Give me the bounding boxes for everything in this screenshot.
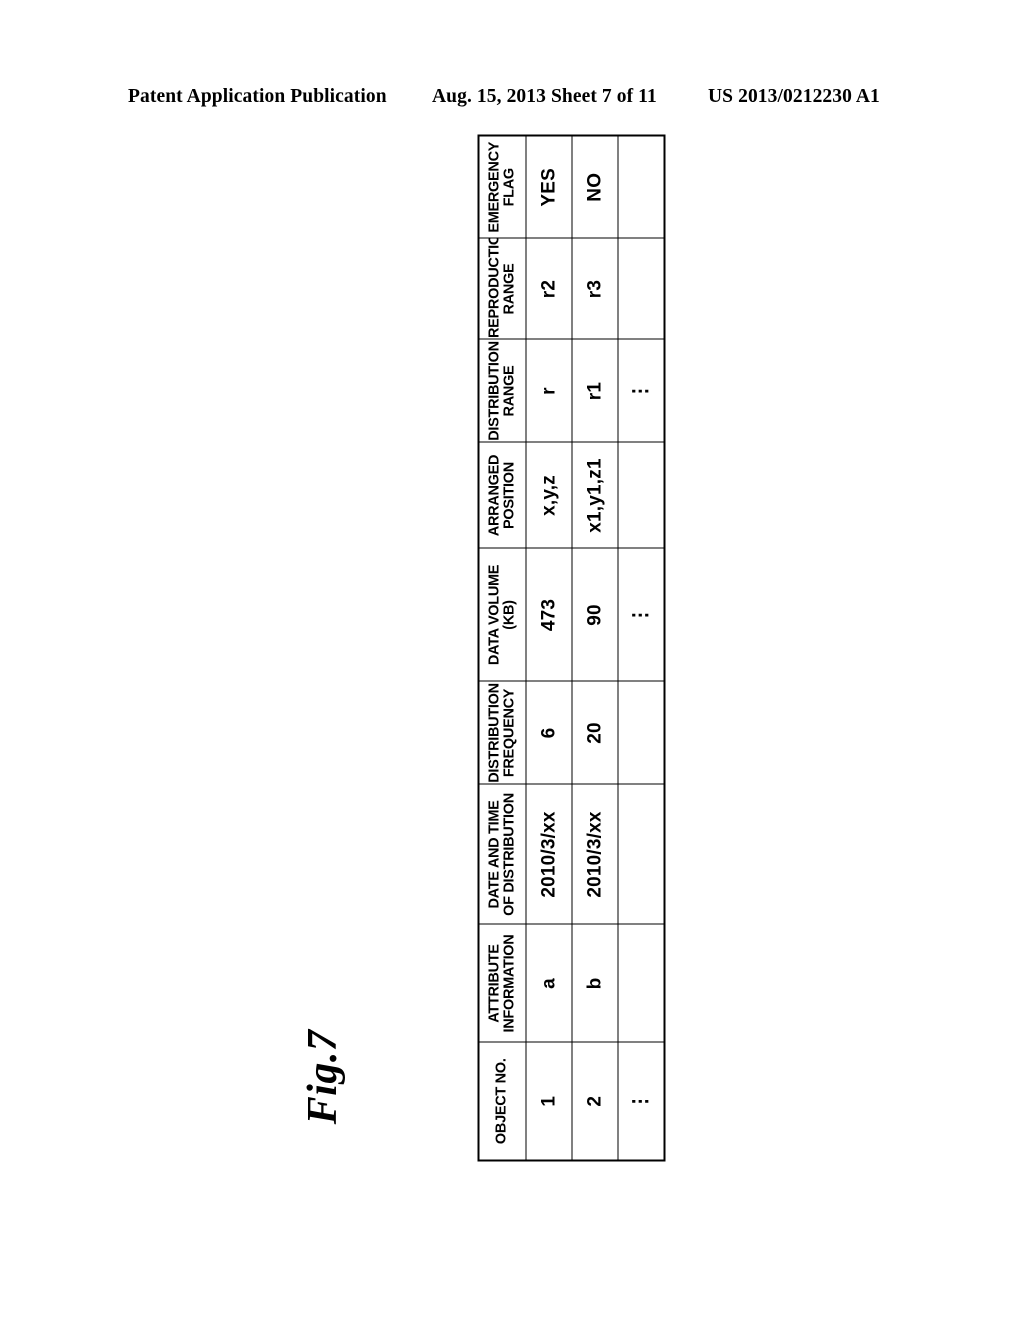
cell-repro-range: r2 bbox=[526, 238, 572, 340]
cell-emergency-flag: YES bbox=[526, 135, 572, 239]
table-header-row: OBJECT NO. ATTRIBUTE INFORMATION DATE AN… bbox=[478, 135, 526, 1161]
column-header-date-and-time-of-distribution: DATE AND TIME OF DISTRIBUTION bbox=[478, 784, 526, 925]
table-row: 1 a 2010/3/xx 6 473 x,y,z r r2 YES bbox=[526, 135, 572, 1161]
cell-object-no: 1 bbox=[526, 1042, 572, 1161]
cell-object-no: ⋮ bbox=[618, 1042, 665, 1161]
column-header-object-no: OBJECT NO. bbox=[478, 1042, 526, 1161]
cell-data-volume: ⋮ bbox=[618, 548, 665, 682]
cell-frequency bbox=[618, 681, 665, 785]
cell-frequency: 20 bbox=[572, 681, 618, 785]
cell-data-volume: 90 bbox=[572, 548, 618, 682]
table-row: ⋮ ⋮ ⋮ bbox=[618, 135, 665, 1161]
cell-attribute: a bbox=[526, 924, 572, 1043]
cell-date-time: 2010/3/xx bbox=[526, 784, 572, 925]
figure-label: Fig.7 bbox=[300, 1029, 346, 1125]
cell-repro-range bbox=[618, 238, 665, 340]
column-header-data-volume: DATA VOLUME (KB) bbox=[478, 548, 526, 682]
publication-date-sheet-text: Aug. 15, 2013 Sheet 7 of 11 bbox=[432, 86, 657, 107]
cell-date-time bbox=[618, 784, 665, 925]
publication-number-text: US 2013/0212230 A1 bbox=[708, 86, 880, 107]
cell-dist-range: r1 bbox=[572, 339, 618, 443]
table-row: 2 b 2010/3/xx 20 90 x1,y1,z1 r1 r3 NO bbox=[572, 135, 618, 1161]
cell-dist-range: r bbox=[526, 339, 572, 443]
cell-attribute: b bbox=[572, 924, 618, 1043]
cell-data-volume: 473 bbox=[526, 548, 572, 682]
column-header-distribution-range: DISTRIBUTION RANGE bbox=[478, 339, 526, 443]
cell-repro-range: r3 bbox=[572, 238, 618, 340]
cell-dist-range: ⋮ bbox=[618, 339, 665, 443]
object-management-table: OBJECT NO. ATTRIBUTE INFORMATION DATE AN… bbox=[477, 134, 666, 1162]
cell-object-no: 2 bbox=[572, 1042, 618, 1161]
cell-date-time: 2010/3/xx bbox=[572, 784, 618, 925]
cell-position: x1,y1,z1 bbox=[572, 442, 618, 549]
cell-frequency: 6 bbox=[526, 681, 572, 785]
column-header-distribution-frequency: DISTRIBUTION FREQUENCY bbox=[478, 681, 526, 785]
cell-position bbox=[618, 442, 665, 549]
cell-attribute bbox=[618, 924, 665, 1043]
object-management-table-container: OBJECT NO. ATTRIBUTE INFORMATION DATE AN… bbox=[477, 134, 666, 1162]
column-header-reproduction-range: REPRODUCTION RANGE bbox=[478, 238, 526, 340]
column-header-attribute-information: ATTRIBUTE INFORMATION bbox=[478, 924, 526, 1043]
column-header-arranged-position: ARRANGED POSITION bbox=[478, 442, 526, 549]
publication-type-text: Patent Application Publication bbox=[128, 86, 387, 107]
cell-emergency-flag: NO bbox=[572, 135, 618, 239]
page-header: Patent Application Publication Aug. 15, … bbox=[0, 86, 1024, 120]
column-header-emergency-flag: EMERGENCY FLAG bbox=[478, 135, 526, 239]
cell-emergency-flag bbox=[618, 135, 665, 239]
cell-position: x,y,z bbox=[526, 442, 572, 549]
